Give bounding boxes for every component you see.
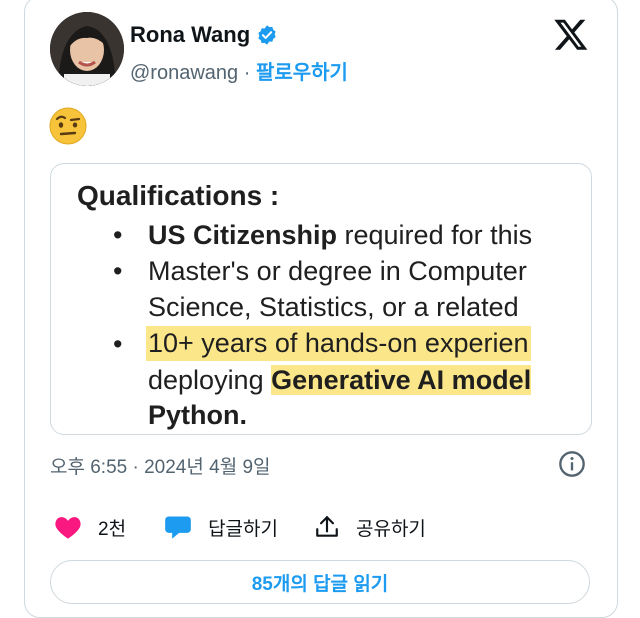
image-line-1: US Citizenship required for this — [148, 220, 532, 251]
image-line-5: deploying Generative AI model — [148, 365, 532, 396]
image-line-6: Python. — [148, 400, 247, 430]
tweet-timestamp[interactable]: 오후 6:55 · 2024년 4월 9일 — [50, 452, 271, 479]
reply-label: 답글하기 — [208, 518, 278, 540]
tweet-image[interactable]: Qualifications : • US Citizenship requir… — [50, 163, 592, 435]
share-button[interactable]: 공유하기 — [314, 514, 426, 541]
separator: · — [243, 62, 251, 84]
like-button[interactable]: 2천 — [54, 514, 126, 541]
image-line-5a: deploying — [148, 365, 272, 395]
author-name-row[interactable]: Rona Wang — [130, 22, 278, 48]
like-count: 2천 — [98, 518, 127, 540]
heart-icon — [55, 517, 81, 539]
follow-link[interactable]: 팔로우하기 — [256, 62, 348, 84]
bullet: • — [113, 220, 123, 250]
raised-eyebrow-emoji-icon — [49, 107, 87, 145]
read-replies-button[interactable]: 85개의 답글 읽기 — [50, 560, 590, 604]
reply-bubble-icon — [165, 516, 191, 539]
author-handle[interactable]: @ronawang — [130, 62, 238, 84]
author-name[interactable]: Rona Wang — [130, 22, 250, 48]
info-icon[interactable] — [558, 450, 586, 478]
share-icon — [316, 516, 338, 537]
image-line-3: Science, Statistics, or a related — [148, 292, 519, 322]
bullet: • — [113, 256, 123, 286]
image-line-1-rest: required for this — [337, 220, 533, 250]
bullet: • — [113, 329, 123, 359]
share-label: 공유하기 — [355, 518, 426, 540]
image-line-4: 10+ years of hands-on experien — [146, 326, 531, 361]
action-bar: 2천 답글하기 공유하기 — [54, 512, 426, 542]
image-line-2: Master's or degree in Computer — [148, 256, 527, 286]
image-line-5b: Generative AI model — [271, 365, 532, 395]
reply-button[interactable]: 답글하기 — [164, 514, 278, 541]
verified-badge-icon — [258, 25, 276, 45]
avatar[interactable] — [50, 12, 124, 86]
x-logo-icon[interactable] — [553, 16, 589, 52]
image-heading: Qualifications : — [77, 180, 280, 211]
image-document: Qualifications : • US Citizenship requir… — [51, 164, 591, 434]
tweet-emoji — [48, 106, 88, 146]
image-line-1-bold: US Citizenship — [148, 220, 338, 250]
handle-row: @ronawang · 팔로우하기 — [130, 56, 348, 85]
